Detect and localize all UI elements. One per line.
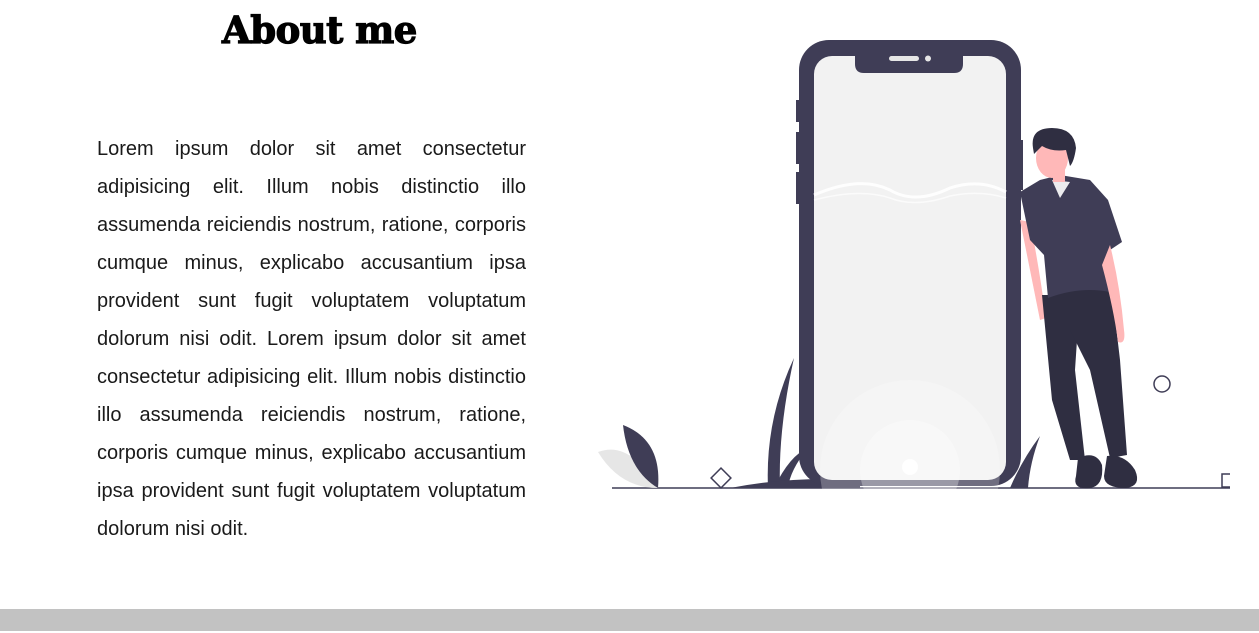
diamond-shape	[710, 467, 732, 489]
phone-camera	[925, 55, 931, 62]
shoe-front	[1104, 455, 1138, 488]
footer-bar	[0, 609, 1259, 631]
circle-shape	[1153, 375, 1171, 393]
phone-speaker	[889, 56, 919, 61]
page-title: About me	[221, 7, 418, 52]
square-shape	[1221, 473, 1230, 488]
about-paragraph: Lorem ipsum dolor sit amet consectetur a…	[97, 138, 526, 540]
phone-person-illustration	[598, 40, 1230, 500]
about-section: About me Lorem ipsum dolor sit amet cons…	[0, 0, 1259, 633]
shoe-back	[1075, 455, 1103, 489]
